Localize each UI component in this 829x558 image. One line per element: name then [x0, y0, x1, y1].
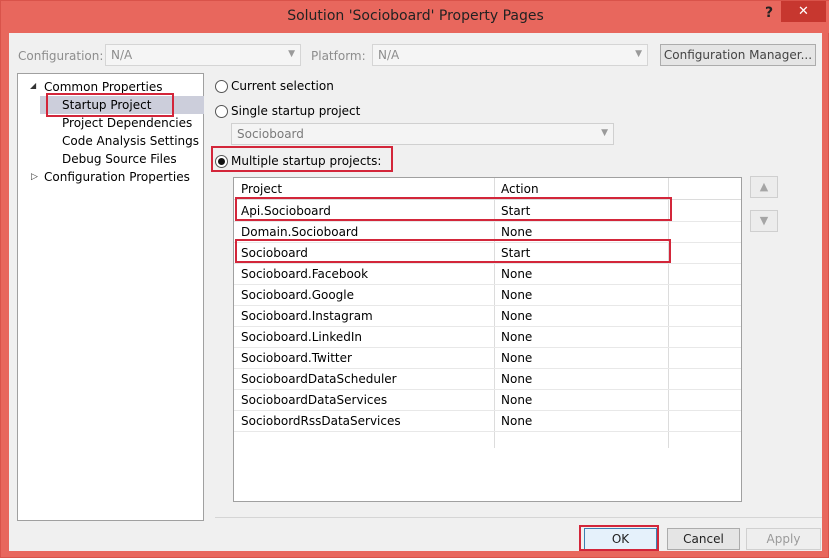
single-startup-label: Single startup project — [231, 104, 361, 118]
table-row[interactable]: SocioboardDataScheduler None — [234, 369, 741, 390]
project-cell: SociobordRssDataServices — [241, 414, 401, 428]
cancel-button[interactable]: Cancel — [667, 528, 740, 550]
action-cell[interactable]: None — [501, 372, 532, 386]
action-cell[interactable]: None — [501, 288, 532, 302]
move-up-button[interactable]: ▲ — [750, 176, 778, 198]
chevron-down-icon: ▼ — [635, 49, 642, 59]
arrow-down-icon: ▼ — [759, 214, 769, 227]
window-title: Solution 'Socioboard' Property Pages — [287, 8, 544, 24]
property-pages-window: Solution 'Socioboard' Property Pages ? ✕… — [0, 0, 829, 558]
configuration-label: Configuration: — [18, 49, 104, 63]
current-selection-radio[interactable] — [215, 80, 228, 93]
table-row[interactable]: Socioboard.LinkedIn None — [234, 327, 741, 348]
tree-item-debug-source[interactable]: Debug Source Files — [62, 150, 177, 168]
project-cell: SocioboardDataServices — [241, 393, 388, 407]
highlight-multiple-startup — [211, 146, 393, 172]
configuration-dropdown[interactable]: N/A ▼ — [105, 44, 301, 66]
close-button[interactable]: ✕ — [781, 1, 826, 22]
current-selection-label: Current selection — [231, 79, 334, 93]
highlight-socioboard — [235, 239, 671, 263]
collapsed-triangle-icon[interactable]: ▷ — [31, 172, 38, 182]
action-cell[interactable]: None — [501, 414, 532, 428]
action-cell[interactable]: None — [501, 330, 532, 344]
tree-item-code-analysis[interactable]: Code Analysis Settings — [62, 132, 199, 150]
chevron-down-icon: ▼ — [288, 49, 295, 59]
project-cell: Domain.Socioboard — [241, 225, 359, 239]
title-bar: Solution 'Socioboard' Property Pages ? ✕ — [1, 1, 829, 33]
move-down-button[interactable]: ▼ — [750, 210, 778, 232]
project-cell: Socioboard.Twitter — [241, 351, 352, 365]
project-cell: Socioboard.Google — [241, 288, 355, 302]
apply-button[interactable]: Apply — [746, 528, 821, 550]
single-startup-dropdown[interactable]: Socioboard ▼ — [231, 123, 614, 145]
column-header-action[interactable]: Action — [501, 182, 539, 196]
table-row[interactable]: SociobordRssDataServices None — [234, 411, 741, 432]
action-cell[interactable]: None — [501, 309, 532, 323]
action-cell[interactable]: None — [501, 267, 532, 281]
project-cell: SocioboardDataScheduler — [241, 372, 397, 386]
configuration-manager-button[interactable]: Configuration Manager... — [660, 44, 816, 66]
help-icon[interactable]: ? — [759, 3, 779, 23]
table-row[interactable]: Socioboard.Twitter None — [234, 348, 741, 369]
property-tree: ◢ Common Properties Startup Project Proj… — [17, 73, 204, 521]
configuration-value: N/A — [111, 48, 133, 62]
action-cell[interactable]: None — [501, 351, 532, 365]
action-cell[interactable]: None — [501, 225, 532, 239]
action-cell[interactable]: None — [501, 393, 532, 407]
platform-dropdown[interactable]: N/A ▼ — [372, 44, 648, 66]
footer-separator — [215, 517, 822, 518]
table-row[interactable]: Socioboard.Google None — [234, 285, 741, 306]
expanded-triangle-icon[interactable]: ◢ — [30, 81, 36, 90]
tree-item-configuration-properties[interactable]: Configuration Properties — [44, 168, 190, 186]
highlight-startup-project — [46, 93, 174, 117]
table-row[interactable]: SocioboardDataServices None — [234, 390, 741, 411]
single-startup-radio[interactable] — [215, 105, 228, 118]
project-cell: Socioboard.Instagram — [241, 309, 373, 323]
chevron-down-icon: ▼ — [601, 128, 608, 138]
project-cell: Socioboard.LinkedIn — [241, 330, 362, 344]
platform-value: N/A — [378, 48, 400, 62]
project-cell: Socioboard.Facebook — [241, 267, 369, 281]
column-header-project[interactable]: Project — [241, 182, 282, 196]
table-row[interactable]: Socioboard.Facebook None — [234, 264, 741, 285]
single-startup-value: Socioboard — [237, 127, 304, 141]
dialog-client-area: Configuration: N/A ▼ Platform: N/A ▼ Con… — [9, 33, 822, 551]
platform-label: Platform: — [311, 49, 366, 63]
highlight-api-socioboard — [235, 197, 672, 221]
table-row[interactable]: Socioboard.Instagram None — [234, 306, 741, 327]
highlight-ok — [579, 525, 659, 551]
arrow-up-icon: ▲ — [759, 180, 769, 193]
startup-projects-grid: Project Action Api.Socioboard Start Doma… — [233, 177, 742, 502]
